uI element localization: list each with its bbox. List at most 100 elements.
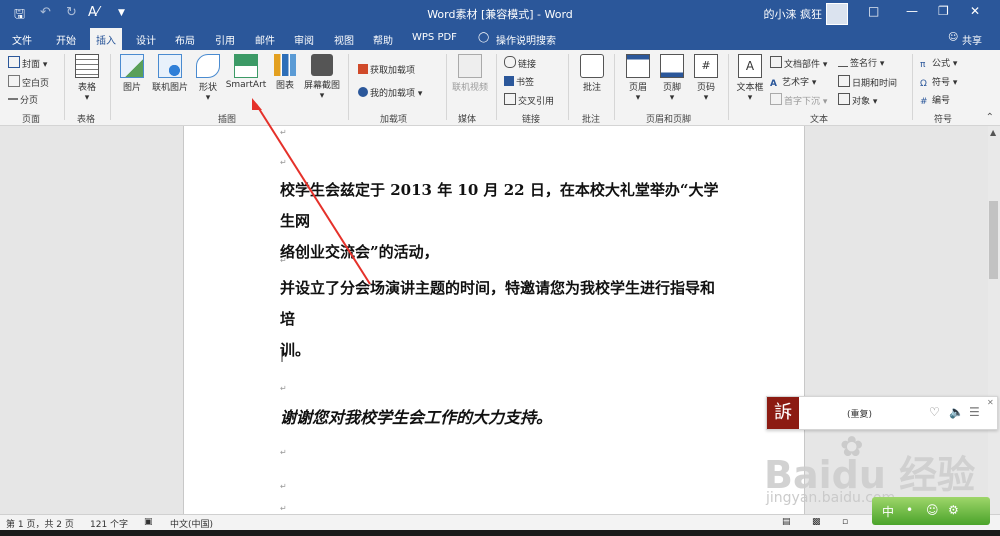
user-name[interactable]: 的小涞 疯狂 [764,6,823,22]
ribbon-display-icon[interactable]: □ [868,4,879,18]
group-label-text: 文本 [810,115,829,125]
tab-review[interactable]: 审阅 [294,32,314,47]
tab-design[interactable]: 设计 [136,32,156,47]
web-layout-icon[interactable]: ▫ [842,517,848,527]
minimize-icon[interactable]: — [906,4,918,18]
title-bar: 🖫 ↶ ↻ A⁄ ▼ Word素材 [兼容模式] - Word 的小涞 疯狂 □… [0,0,1000,28]
cross-reference-button[interactable]: 交叉引用 [504,93,554,107]
tab-references[interactable]: 引用 [215,32,235,47]
shapes-button[interactable]: 形状 ▾ [195,54,221,103]
numbering-icon: # [920,97,928,107]
language[interactable]: 中文(中国) [170,517,213,530]
paragraph-mark: ↵ [280,448,287,457]
numbering-button[interactable]: # 编号 [920,93,950,107]
table-button[interactable]: 表格 ▾ [72,54,102,103]
video-icon [458,54,482,78]
group-label-comments: 批注 [582,115,601,125]
text-cursor: | [280,348,285,362]
online-picture-icon [158,54,182,78]
proofing-icon[interactable]: ▣ [144,517,153,527]
paragraph-3[interactable]: 谢谢您对我校学生会工作的大力支持。 [280,402,720,433]
picture-button[interactable]: 图片 [118,54,146,93]
repeat-label[interactable]: (重复) [847,407,872,420]
print-layout-icon[interactable]: ▩ [812,517,821,527]
my-addins-button[interactable]: 我的加载项 ▾ [358,86,422,99]
paragraph-2[interactable]: 并设立了分会场演讲主题的时间，特邀请您为我校学生进行指导和培 训。 [280,273,720,366]
page-count[interactable]: 第 1 页，共 2 页 [6,517,74,530]
object-icon [838,93,850,105]
document-page[interactable]: ↵ ↵ 校学生会兹定于 2013 年 10 月 22 日，在本校大礼堂举办“大学… [183,126,805,514]
shapes-icon [196,54,220,78]
scroll-up-icon[interactable]: ▲ [990,128,996,137]
tab-home[interactable]: 开始 [56,32,76,47]
page-break-icon [8,98,18,104]
scroll-thumb[interactable] [989,201,998,279]
tab-wps-pdf[interactable]: WPS PDF [412,32,457,43]
footer-button[interactable]: 页脚 ▾ [658,54,686,103]
page-break-button[interactable]: 分页 [8,93,38,106]
group-label-symbols: 符号 [934,115,953,125]
comment-button[interactable]: 批注 [576,54,608,93]
camera-icon [311,54,333,76]
date-time-button[interactable]: 日期和时间 [838,75,897,89]
bookmark-icon [504,76,514,86]
list-icon[interactable]: ☰ [969,405,980,419]
symbol-button[interactable]: Ω 符号 ▾ [920,75,957,89]
paragraph-mark: ↵ [280,384,287,393]
ime-mode[interactable]: 中 [882,503,894,520]
share-icon[interactable]: ☺ [948,32,958,43]
link-button[interactable]: 链接 [504,56,536,70]
footer-icon [660,54,684,78]
textbox-button[interactable]: A 文本框 ▾ [734,54,766,103]
signature-line-button[interactable]: 签名行 ▾ [838,56,884,69]
group-label-links: 链接 [522,115,541,125]
group-label-addins: 加载项 [380,115,408,125]
heart-icon[interactable]: ♡ [929,405,940,419]
tab-insert[interactable]: 插入 [90,28,122,50]
bookmark-button[interactable]: 书签 [504,75,534,88]
link-icon [504,56,516,68]
paragraph-mark: ↵ [280,158,287,167]
tab-mailings[interactable]: 邮件 [255,32,275,47]
collapse-ribbon-icon[interactable]: ⌃ [986,112,994,123]
paragraph-1[interactable]: 校学生会兹定于 2013 年 10 月 22 日，在本校大礼堂举办“大学生网 络… [280,175,720,268]
tab-view[interactable]: 视图 [334,32,354,47]
quick-parts-button[interactable]: 文档部件 ▾ [770,56,827,70]
ime-toolbar[interactable]: 中 • ☺ ⚙ [872,497,990,525]
emoji-icon[interactable]: ☺ [926,503,939,517]
comment-icon [580,54,604,78]
smartart-button[interactable]: SmartArt [224,54,268,90]
word-count[interactable]: 121 个字 [90,517,128,530]
wordart-button[interactable]: A 艺术字 ▾ [770,75,816,89]
drop-cap-icon [770,93,782,105]
tab-help[interactable]: 帮助 [373,32,393,47]
tab-file[interactable]: 文件 [12,32,32,47]
page-number-button[interactable]: # 页码 ▾ [692,54,720,103]
signature-icon [838,56,848,67]
tell-me-search[interactable]: 操作说明搜索 [496,32,556,47]
cover-page-button[interactable]: 封面 ▾ [8,56,47,70]
blank-page-icon [8,75,20,87]
header-button[interactable]: 页眉 ▾ [624,54,652,103]
close-icon[interactable]: ✕ [987,398,994,407]
wordart-icon: A [770,79,777,89]
page-number-icon: # [694,54,718,78]
blank-page-button[interactable]: 空白页 [8,75,49,89]
maximize-icon[interactable]: ❐ [938,4,949,18]
share-button[interactable]: 共享 [962,32,982,47]
read-mode-icon[interactable]: ▤ [782,517,791,527]
close-icon[interactable]: ✕ [970,4,980,18]
object-button[interactable]: 对象 ▾ [838,93,877,107]
online-picture-button[interactable]: 联机图片 [148,54,192,93]
pi-icon: π [920,60,926,70]
group-label-media: 媒体 [458,115,477,125]
screenshot-button[interactable]: 屏幕截图 ▾ [302,54,342,101]
ime-settings-icon[interactable]: ⚙ [948,503,959,517]
avatar[interactable] [826,3,848,25]
get-addins-button[interactable]: 获取加载项 [358,63,415,76]
equation-button[interactable]: π 公式 ▾ [920,56,957,70]
chart-button[interactable]: 图表 [272,54,298,91]
volume-icon[interactable]: 🔈 [949,405,964,419]
tab-layout[interactable]: 布局 [175,32,195,47]
punctuation-icon[interactable]: • [906,503,913,517]
